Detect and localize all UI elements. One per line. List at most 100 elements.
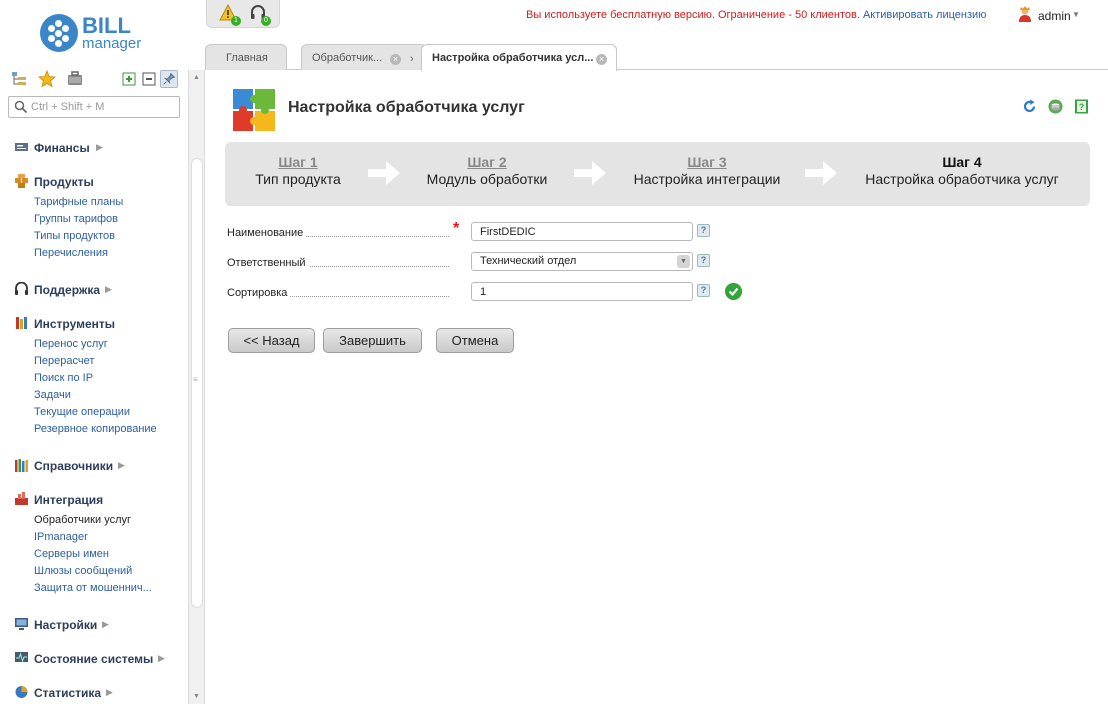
star-icon[interactable]	[38, 70, 56, 88]
license-notice: Вы используете бесплатную версию. Ограни…	[526, 9, 986, 21]
tab-service-handlers-label: Обработчик...	[312, 52, 383, 64]
user-avatar-icon	[1019, 6, 1031, 22]
help-icon[interactable]: ?	[697, 284, 710, 297]
sidebar-section-label: Настройки	[34, 618, 98, 632]
support-count-badge: 0	[261, 16, 271, 26]
finish-button[interactable]: Завершить	[323, 328, 422, 353]
finance-icon	[15, 143, 28, 151]
tools-icon	[16, 317, 27, 329]
sidebar-item-ipmanager[interactable]: IPmanager	[34, 531, 88, 543]
billmanager-logo[interactable]: BILL manager	[40, 14, 160, 54]
sidebar-item-tariff-plans[interactable]: Тарифные планы	[34, 196, 123, 208]
search-icon	[14, 100, 28, 114]
wizard-steps: Шаг 1 Тип продукта Шаг 2 Модуль обработк…	[225, 142, 1090, 206]
responsible-select[interactable]: Технический отдел ▼	[471, 252, 693, 271]
sidebar-section-label: Продукты	[34, 175, 94, 189]
sidebar-scrollbar[interactable]: ▲ ≡ ▼	[188, 70, 205, 704]
sidebar-item-current-operations[interactable]: Текущие операции	[34, 406, 130, 418]
sidebar-section-label: Финансы	[34, 141, 90, 155]
responsible-selected-value: Технический отдел	[480, 255, 577, 267]
resize-grip-icon[interactable]: ≡	[193, 375, 198, 384]
sidebar-item-enumerations[interactable]: Перечисления	[34, 247, 108, 259]
required-asterisk-icon: *	[453, 220, 460, 237]
tree-view-icon[interactable]	[10, 70, 28, 88]
tab-handler-settings[interactable]: Настройка обработчика усл... ×	[421, 44, 617, 71]
cancel-button[interactable]: Отмена	[436, 328, 514, 353]
expand-all-icon[interactable]	[120, 70, 138, 88]
chevron-down-icon: ▼	[677, 255, 690, 268]
warnings-button[interactable]: 1	[219, 3, 241, 26]
sidebar: Финансы ▶ Продукты Тарифные планы Группы…	[0, 66, 188, 704]
chevron-down-icon: ▼	[1072, 10, 1080, 19]
step-name: Настройка интеграции	[633, 171, 781, 187]
step-name: Модуль обработки	[426, 171, 548, 187]
sidebar-section-label: Инструменты	[34, 317, 116, 331]
form-row-name: Наименование * ?	[227, 220, 767, 242]
sidebar-item-tasks[interactable]: Задачи	[34, 389, 71, 401]
close-icon[interactable]: ×	[390, 54, 401, 65]
sidebar-search[interactable]	[8, 96, 180, 118]
references-icon	[15, 459, 28, 472]
scroll-up-icon[interactable]: ▲	[193, 74, 200, 81]
step-number: Шаг 4	[942, 154, 982, 170]
sidebar-item-message-gateways[interactable]: Шлюзы сообщений	[34, 565, 132, 577]
sidebar-item-backup[interactable]: Резервное копирование	[34, 423, 157, 435]
sidebar-section-label: Состояние системы	[34, 652, 154, 666]
logo-emblem-icon	[40, 14, 78, 52]
help-icon[interactable]: ?	[697, 224, 710, 237]
chevron-right-icon: ▶	[102, 619, 109, 629]
wizard-step-4-current: Шаг 4 Настройка обработчика услуг	[857, 154, 1067, 188]
license-notice-text: Вы используете бесплатную версию. Ограни…	[526, 9, 860, 21]
sidebar-item-product-types[interactable]: Типы продуктов	[34, 230, 115, 242]
products-icon	[15, 174, 28, 188]
sidebar-section-label: Поддержка	[34, 283, 101, 297]
sort-input[interactable]	[471, 282, 693, 301]
pin-icon[interactable]	[160, 70, 178, 88]
chevron-right-icon: ▶	[118, 460, 125, 470]
sidebar-item-tariff-groups[interactable]: Группы тарифов	[34, 213, 118, 225]
help-book-icon[interactable]: ?	[1074, 99, 1089, 114]
sidebar-section-label: Интеграция	[34, 493, 104, 507]
system-status-icon	[15, 652, 28, 663]
user-name: admin	[1038, 9, 1071, 23]
sidebar-item-fraud-protection[interactable]: Защита от мошеннич...	[34, 582, 152, 594]
support-button[interactable]: 0	[249, 4, 271, 26]
sidebar-section-label: Статистика	[34, 686, 102, 700]
scroll-down-icon[interactable]: ▼	[193, 693, 200, 700]
name-label: Наименование	[227, 227, 307, 239]
sidebar-toolbar	[8, 70, 183, 90]
sidebar-item-service-transfer[interactable]: Перенос услуг	[34, 338, 108, 350]
sidebar-item-recalculation[interactable]: Перерасчет	[34, 355, 94, 367]
tab-service-handlers[interactable]: Обработчик... × ›	[301, 44, 427, 70]
form-row-responsible: Ответственный Технический отдел ▼ ?	[227, 252, 767, 272]
wizard-step-3[interactable]: Шаг 3 Настройка интеграции	[627, 154, 787, 188]
svg-text:?: ?	[1079, 102, 1085, 112]
refresh-icon[interactable]	[1022, 99, 1037, 114]
notification-panel: 1 0	[206, 0, 280, 28]
tab-bar: Главная Обработчик... × › Настройка обра…	[205, 44, 1108, 71]
briefcase-icon[interactable]	[66, 70, 84, 88]
arrow-right-icon	[805, 161, 837, 185]
step-name: Тип продукта	[255, 171, 341, 187]
sidebar-item-ip-search[interactable]: Поиск по IP	[34, 372, 93, 384]
name-input[interactable]	[471, 222, 693, 241]
wizard-step-2[interactable]: Шаг 2 Модуль обработки	[421, 154, 553, 188]
help-icon[interactable]: ?	[697, 254, 710, 267]
chevron-right-icon: ▶	[105, 284, 112, 294]
integration-icon	[15, 492, 28, 505]
puzzle-icon	[233, 89, 275, 131]
sidebar-item-name-servers[interactable]: Серверы имен	[34, 548, 109, 560]
wizard-step-1[interactable]: Шаг 1 Тип продукта	[245, 154, 351, 188]
step-number: Шаг 2	[467, 154, 507, 170]
database-icon[interactable]	[1048, 99, 1063, 114]
sidebar-search-input[interactable]	[31, 99, 176, 115]
arrow-right-icon	[368, 161, 400, 185]
responsible-label: Ответственный	[227, 257, 309, 269]
close-icon[interactable]: ×	[596, 54, 607, 65]
collapse-all-icon[interactable]	[140, 70, 158, 88]
checkmark-icon	[725, 283, 742, 300]
tab-home[interactable]: Главная	[205, 44, 287, 70]
sidebar-item-service-handlers[interactable]: Обработчики услуг	[34, 514, 131, 526]
activate-license-link[interactable]: Активировать лицензию	[863, 9, 986, 21]
back-button[interactable]: << Назад	[228, 328, 315, 353]
